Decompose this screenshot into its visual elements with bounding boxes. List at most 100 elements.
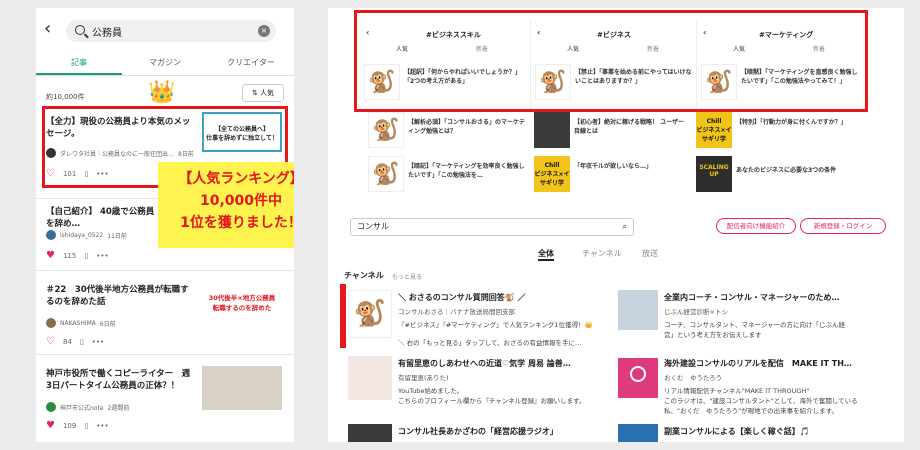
tab-creators[interactable]: クリエイター: [208, 52, 294, 75]
monkey-logo-icon[interactable]: 🐒: [368, 112, 404, 148]
article-thumbnail[interactable]: 30代後半×地方公務員 転職するのを辞めた: [202, 284, 282, 318]
crown-icon: 👑: [148, 80, 176, 105]
podcast-search-input[interactable]: コンサル ⌕: [350, 218, 634, 236]
tab-broadcasts[interactable]: 放送: [642, 248, 658, 259]
search-icon[interactable]: ⌕: [623, 219, 627, 235]
user-icon: [630, 366, 646, 382]
channel-thumbnail[interactable]: [348, 356, 392, 400]
channel-description: YouTube始めました。: [398, 387, 464, 395]
back-arrow-icon[interactable]: ‹: [44, 20, 51, 38]
avatar[interactable]: [46, 230, 56, 240]
person-thumbnail[interactable]: [534, 112, 570, 148]
highlight-box: [354, 10, 868, 112]
left-search-panel: ‹ 公務員 × 記事 マガジン クリエイター 約10,000件 👑 ⇅ 人気 【…: [36, 8, 294, 442]
chill-thumbnail[interactable]: Chill ビジネス×イサギリ学: [534, 156, 570, 192]
channel-title[interactable]: 有留里恵のしあわせへの近道♡気学 周易 論善…: [398, 358, 571, 369]
channel-description: ＼ 右の「もっと見る」タップして、おさるの有益情報を手に…: [398, 339, 582, 347]
promo-line3: 1位を獲りました！: [180, 215, 294, 231]
search-tabs: 記事 マガジン クリエイター: [36, 52, 294, 76]
tab-magazines[interactable]: マガジン: [122, 52, 208, 75]
article-meta: 神戸市公式note 2週間前: [46, 402, 129, 412]
channel-description: コーチ、コンサルタント、マネージャーの方に向け「じぶん経: [664, 321, 846, 329]
promo-line1: 【人気ランキング】: [178, 171, 294, 187]
channel-title[interactable]: 副業コンサルによる【楽しく稼ぐ話】🎵: [664, 426, 810, 437]
creator-features-button[interactable]: 配信者向け機能紹介: [716, 218, 796, 234]
bookmark-icon[interactable]: ▯: [80, 338, 84, 346]
more-icon[interactable]: •••: [96, 252, 108, 260]
heart-icon[interactable]: ♡: [46, 336, 55, 347]
channel-thumbnail[interactable]: [618, 358, 658, 398]
card-title[interactable]: 「年収千ルが欲しいなら…」: [574, 162, 684, 171]
heart-icon[interactable]: ♥: [46, 420, 55, 431]
article-thumbnail[interactable]: [202, 366, 282, 410]
scaling-up-thumbnail[interactable]: SCALING UP: [696, 156, 732, 192]
bookmark-icon[interactable]: ▯: [84, 422, 88, 430]
article-title[interactable]: 神戸市役所で働くコピーライター 週3日パートタイム公務員の正体？！: [46, 368, 196, 392]
channel-subtitle: コンサルおさる｜バナナ放送局間回支部: [398, 308, 515, 316]
channel-description: こちらのプロフィール欄から『チャンネル登録』お願いします。: [398, 397, 586, 405]
card-title[interactable]: 【解析必須】「コンサルおさる」のマーケティング勉強とは？: [408, 118, 528, 136]
article-meta: NAKASHIMA 6日前: [46, 318, 116, 328]
bookmark-icon[interactable]: ▯: [84, 252, 88, 260]
channel-description: このラジオは、"建設コンサルタント"として、海外で奮闘している私、"おくだ ゆう…: [664, 397, 858, 415]
article-title[interactable]: 【自己紹介】 40歳で公務員を辞め…: [46, 206, 156, 230]
card-title[interactable]: 【初心者】絶対に稼げる戦略！ ユーザー目線とは: [574, 118, 684, 136]
channel-heading: チャンネル: [344, 271, 384, 280]
article-time: 11日前: [107, 232, 127, 240]
thumb-line1: 30代後半×地方公務員: [208, 294, 276, 302]
signup-login-button[interactable]: 新規登録・ログイン: [800, 218, 886, 234]
author-name[interactable]: NAKASHIMA: [60, 320, 96, 327]
result-count: 約10,000件: [46, 93, 85, 101]
like-count: 115: [62, 251, 77, 260]
channel-thumbnail[interactable]: [618, 290, 658, 330]
channel-description: 営」という考え方をお伝えします: [664, 331, 762, 339]
article-title[interactable]: ＃22 30代後半地方公務員が転職するのを辞めた話: [46, 284, 196, 308]
article-actions: ♥ 115 ▯ •••: [46, 250, 109, 261]
card-title[interactable]: 【特別】「行動力が身に付くんですか？」: [736, 118, 852, 127]
heart-icon[interactable]: ♥: [46, 250, 55, 261]
chill-thumbnail[interactable]: Chill ビジネス×イサギリ学: [696, 112, 732, 148]
promo-line2: 10,000件中: [199, 193, 283, 209]
search-query[interactable]: 公務員: [92, 24, 122, 39]
avatar[interactable]: [46, 402, 56, 412]
channel-title[interactable]: 海外建設コンサルのリアルを配信 MAKE IT TH…: [664, 358, 852, 369]
channel-thumbnail[interactable]: [618, 424, 658, 442]
search-bar[interactable]: 公務員 ×: [66, 20, 276, 42]
article-actions: ♡ 84 ▯ •••: [46, 336, 104, 347]
channel-title[interactable]: 全業内コーチ・コンサル・マネージャーのため…: [664, 292, 839, 303]
article-meta: ishidaya_0522 11日前: [46, 230, 127, 240]
channel-description: 『#ビジネス』『#マーケティング』で人気ランキング1位獲得！👑: [398, 321, 593, 329]
like-count: 84: [62, 337, 72, 346]
monkey-logo-icon[interactable]: 🐒: [348, 290, 392, 338]
more-icon[interactable]: •••: [92, 338, 104, 346]
divider: [36, 354, 294, 355]
ranking-promo-banner: 【人気ランキング】 10,000件中 1位を獲りました！: [158, 162, 294, 248]
more-icon[interactable]: •••: [96, 422, 108, 430]
sort-button[interactable]: ⇅ 人気: [242, 84, 284, 102]
channel-description: リアル情報配信チャンネル"MAKE IT THROUGH": [664, 387, 810, 395]
channel-more-link[interactable]: もっと見る: [392, 272, 422, 281]
card-title[interactable]: あなたのビジネスに必要な3つの条件: [736, 166, 876, 175]
author-name[interactable]: 神戸市公式note: [60, 403, 104, 412]
article-time: 6日前: [99, 320, 116, 328]
avatar[interactable]: [46, 318, 56, 328]
channel-subtitle: おくむ ゆうたろう: [664, 374, 723, 382]
clear-icon[interactable]: ×: [258, 25, 270, 37]
channel-subtitle: 有留里恵(ありた): [398, 374, 449, 382]
like-count: 109: [62, 421, 77, 430]
channel-title[interactable]: ＼ おさるのコンサル質問回答🐒 ／: [398, 292, 526, 303]
search-icon: [75, 25, 85, 35]
channel-title[interactable]: コンサル社長あかざわの「経営応援ラジオ」: [398, 426, 558, 437]
monkey-logo-icon[interactable]: 🐒: [368, 156, 404, 192]
divider: [36, 270, 294, 271]
article-time: 2週間前: [107, 404, 130, 412]
card-title[interactable]: 【暗記】「マーケティングを効率良く勉強したいです」「この勉強法を…: [408, 162, 528, 180]
right-podcast-panel: ‹ #ビジネススキル 人気 新着 🐒 【超訳】「何からやればいいでしょうか？」「…: [328, 8, 904, 442]
tab-channels[interactable]: チャンネル: [582, 248, 622, 259]
article-actions: ♥ 109 ▯ •••: [46, 420, 109, 431]
channel-thumbnail[interactable]: [348, 424, 392, 442]
highlight-box: [340, 284, 346, 348]
author-name[interactable]: ishidaya_0522: [60, 232, 103, 239]
tab-articles[interactable]: 記事: [36, 52, 122, 75]
tab-all[interactable]: 全体: [538, 248, 554, 261]
